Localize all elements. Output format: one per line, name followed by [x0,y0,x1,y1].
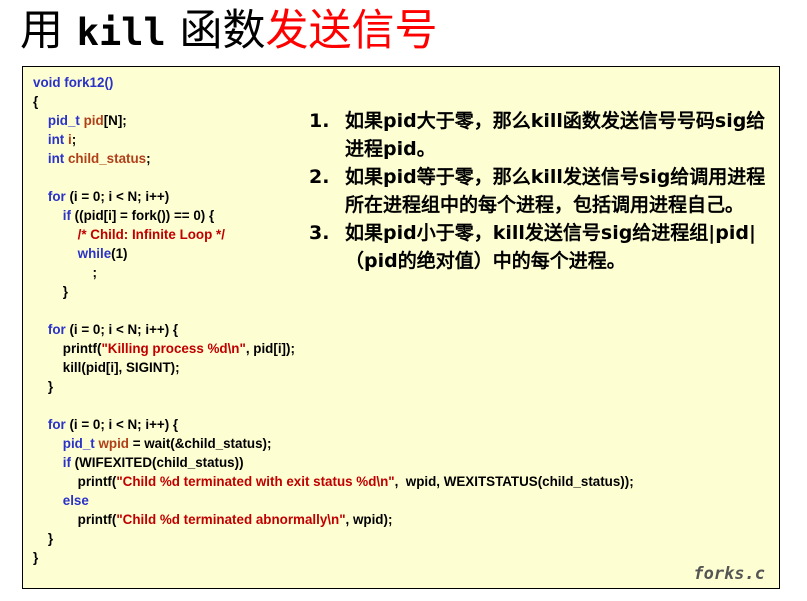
code-token: ((pid[i] = fork()) == 0) { [74,208,215,223]
code-comment: /* Child: Infinite Loop */ [77,227,225,242]
code-token: = wait(&child_status); [128,436,272,451]
code-token: child_status [67,151,147,166]
code-panel: void fork12() { pid_t pid[N]; int i; int… [22,66,780,589]
list-text: 如果pid等于零，那么kill发送信号sig给调用进程所在进程组中的每个进程，包… [345,166,766,216]
code-token: printf( [77,474,117,489]
explanation-item-3: 3. 如果pid小于零，kill发送信号sig给进程组|pid|（pid的绝对值）… [309,219,769,275]
slide-title: 用 kill 函数发送信号 [20,2,437,60]
list-text: 如果pid大于零，那么kill函数发送信号号码sig给进程pid。 [345,110,766,160]
code-token: int [47,151,68,166]
code-token: , wpid); [345,512,393,527]
code-token: if [62,208,75,223]
code-token: kill(pid[i], SIGINT); [62,360,180,375]
code-token: [N]; [103,113,127,128]
explanation-item-1: 1. 如果pid大于零，那么kill函数发送信号号码sig给进程pid。 [309,107,769,163]
code-token: int [47,132,68,147]
code-function-name: fork12() [64,75,114,90]
list-number: 2. [309,166,330,188]
title-part-3: 函数 [165,6,266,56]
code-token: , wpid, WEXITSTATUS(child_status)); [394,474,634,489]
code-token: for [47,417,70,432]
explanation-list: 1. 如果pid大于零，那么kill函数发送信号号码sig给进程pid。 2. 如果… [309,107,769,275]
code-token: } [62,284,68,299]
code-token: ; [92,265,97,280]
code-token: pid_t [47,113,84,128]
code-token: if [62,455,75,470]
code-token: { [33,94,39,109]
list-number: 3. [309,222,330,244]
code-token: pid [83,113,104,128]
code-token: , pid[i]); [245,341,295,356]
title-part-1: 用 [20,6,77,56]
list-number: 1. [309,110,330,132]
code-string: "Child %d terminated abnormally\n" [116,512,346,527]
title-kill-keyword: kill [76,11,166,54]
code-token: wpid [98,436,129,451]
explanation-item-2: 2. 如果pid等于零，那么kill发送信号sig给调用进程所在进程组中的每个进程… [309,163,769,219]
list-text: 如果pid小于零，kill发送信号sig给进程组|pid|（pid的绝对值）中的… [345,222,756,272]
code-token: pid_t [62,436,99,451]
title-highlight: 发送信号 [265,6,438,56]
code-token: else [62,493,89,508]
code-token: } [47,531,54,546]
source-filename: forks.c [693,564,765,584]
code-token: ; [71,132,77,147]
code-token: for [47,322,70,337]
code-string: "Child %d terminated with exit status %d… [116,474,395,489]
code-token: (WIFEXITED(child_status)) [74,455,244,470]
code-token: (1) [111,246,128,261]
code-token: } [47,379,54,394]
code-token: for [47,189,70,204]
code-token: } [33,550,39,565]
code-token: while [77,246,112,261]
code-token: (i = 0; i < N; i++) { [69,417,179,432]
code-token: ; [146,151,151,166]
code-string: "Killing process %d\n" [101,341,246,356]
code-token: (i = 0; i < N; i++) { [69,322,179,337]
code-token: printf( [62,341,102,356]
code-token: printf( [77,512,117,527]
code-token: (i = 0; i < N; i++) [69,189,170,204]
code-token: void [33,75,65,90]
